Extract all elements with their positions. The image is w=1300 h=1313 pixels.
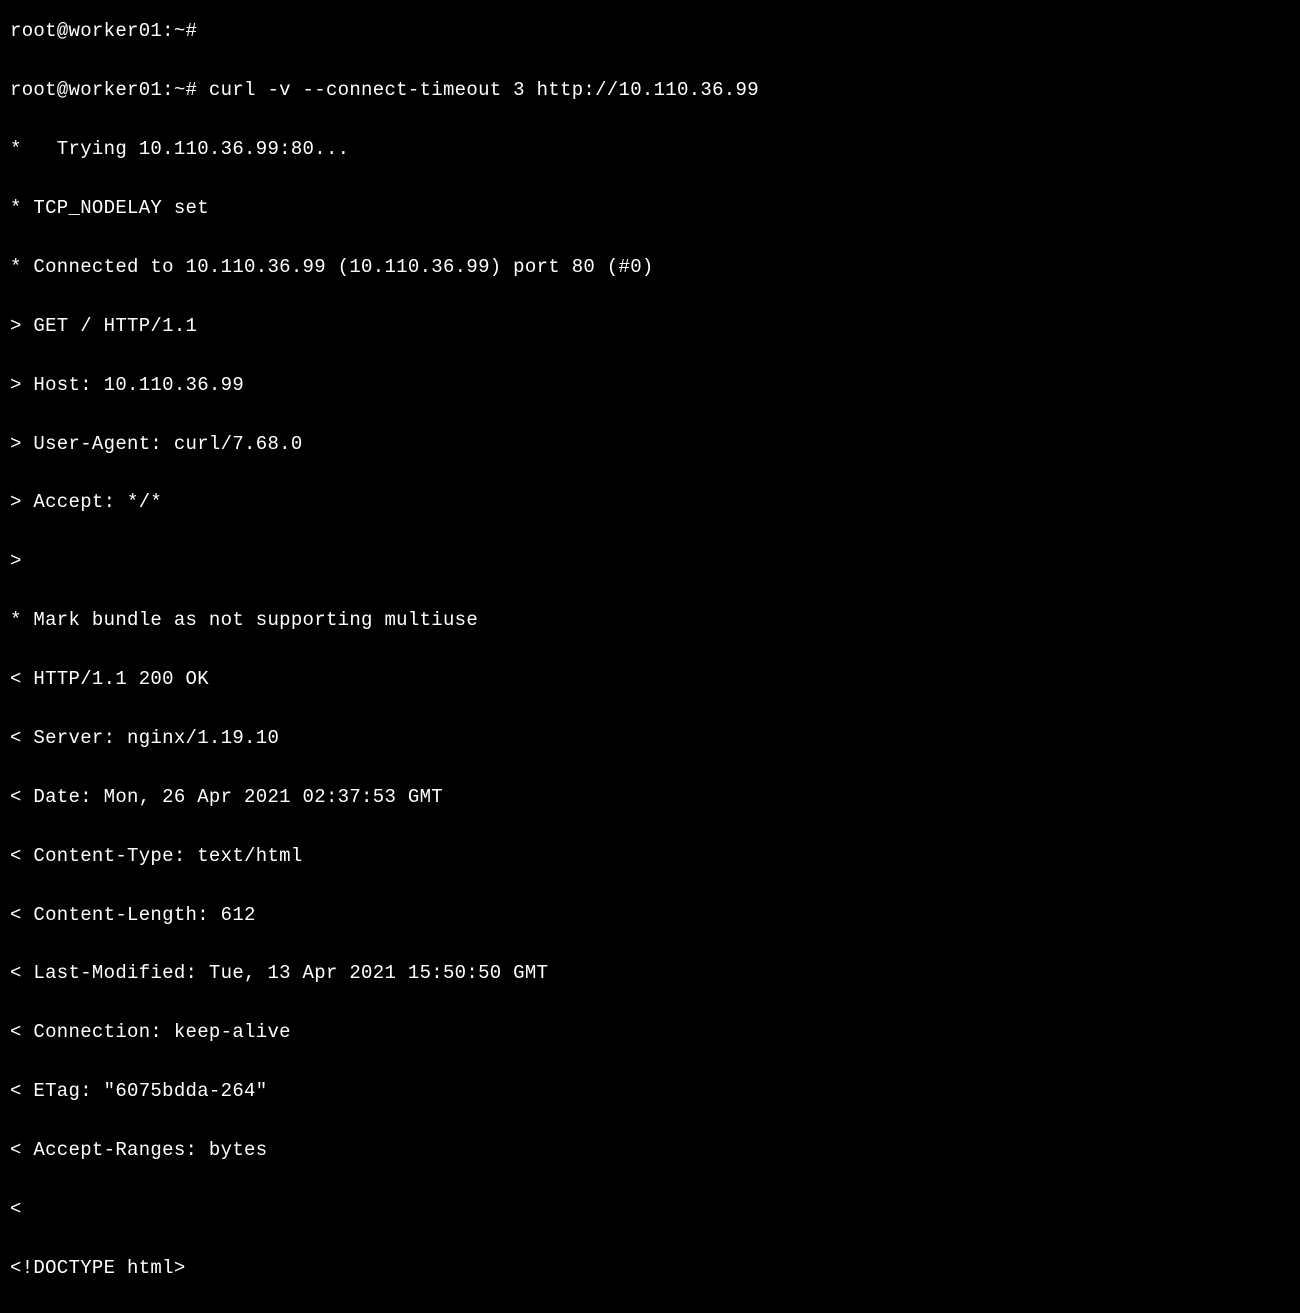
terminal-output-line: > GET / HTTP/1.1	[10, 312, 1290, 341]
terminal-output-line: * Trying 10.110.36.99:80...	[10, 135, 1290, 164]
terminal-output-line: < Last-Modified: Tue, 13 Apr 2021 15:50:…	[10, 959, 1290, 988]
terminal-output-line: < Connection: keep-alive	[10, 1018, 1290, 1047]
terminal-output-line: < HTTP/1.1 200 OK	[10, 665, 1290, 694]
terminal-output-line: < Date: Mon, 26 Apr 2021 02:37:53 GMT	[10, 783, 1290, 812]
terminal-window[interactable]: root@worker01:~# root@worker01:~# curl -…	[0, 0, 1300, 1313]
terminal-output-line: * Connected to 10.110.36.99 (10.110.36.9…	[10, 253, 1290, 282]
terminal-output-line: < ETag: "6075bdda-264"	[10, 1077, 1290, 1106]
terminal-output-line: <	[10, 1195, 1290, 1224]
terminal-output-line: * Mark bundle as not supporting multiuse	[10, 606, 1290, 635]
terminal-output-line: <!DOCTYPE html>	[10, 1254, 1290, 1283]
terminal-prompt-line: root@worker01:~# curl -v --connect-timeo…	[10, 76, 1290, 105]
terminal-line: root@worker01:~#	[10, 17, 1290, 46]
terminal-output-line: < Content-Length: 612	[10, 901, 1290, 930]
terminal-output-line: >	[10, 547, 1290, 576]
terminal-output-line: * TCP_NODELAY set	[10, 194, 1290, 223]
terminal-output-line: < Accept-Ranges: bytes	[10, 1136, 1290, 1165]
terminal-output-line: > Accept: */*	[10, 488, 1290, 517]
terminal-output-line: > Host: 10.110.36.99	[10, 371, 1290, 400]
terminal-output-line: < Server: nginx/1.19.10	[10, 724, 1290, 753]
terminal-output-line: < Content-Type: text/html	[10, 842, 1290, 871]
terminal-output-line: > User-Agent: curl/7.68.0	[10, 430, 1290, 459]
